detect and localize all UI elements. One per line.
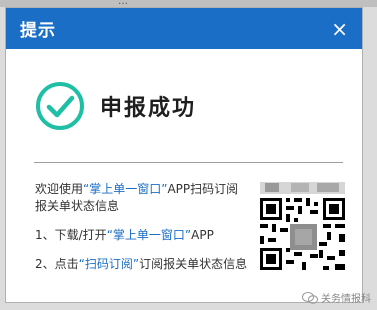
background-strip: … — [0, 0, 377, 7]
success-row: 申报成功 — [34, 80, 196, 132]
dialog-title: 提示 — [20, 21, 56, 41]
step2-prefix: 2、点击 — [35, 257, 79, 271]
dialog-header: 提示 × — [6, 8, 362, 49]
watermark: 关务情报科 — [302, 290, 371, 305]
info-prefix: 欢迎使用 — [35, 182, 84, 196]
watermark-text: 关务情报科 — [321, 294, 371, 305]
qr-code-graphic — [257, 180, 348, 274]
qr-code — [257, 180, 348, 274]
close-icon[interactable]: × — [331, 19, 348, 39]
step2-suffix: 订阅报关单状态信息 — [139, 257, 248, 271]
step1-app-link: “掌上单一窗口” — [106, 228, 192, 242]
step1-prefix: 1、下载/打开 — [35, 228, 107, 242]
step-1: 1、下载/打开“掌上单一窗口”APP — [35, 227, 250, 244]
check-circle-icon — [36, 82, 84, 130]
divider — [34, 162, 343, 163]
step-2: 2、点击“扫码订阅”订阅报关单状态信息 — [35, 256, 250, 273]
status-message: 申报成功 — [100, 96, 197, 121]
step2-scan-link: “扫码订阅” — [78, 257, 140, 271]
info-block: 欢迎使用“掌上单一窗口”APP扫码订阅报关单状态信息 1、下载/打开“掌上单一窗… — [35, 181, 250, 273]
step1-suffix: APP — [191, 228, 214, 242]
wechat-icon — [302, 291, 318, 304]
info-text: 欢迎使用“掌上单一窗口”APP扫码订阅报关单状态信息 — [35, 181, 250, 215]
success-dialog: 提示 × 申报成功 欢迎使用“掌上单一窗口”APP扫码订阅报关单状态信息 1、下… — [5, 7, 363, 303]
background-fragment: … — [118, 0, 129, 7]
app-name-link: “掌上单一窗口” — [83, 182, 168, 196]
